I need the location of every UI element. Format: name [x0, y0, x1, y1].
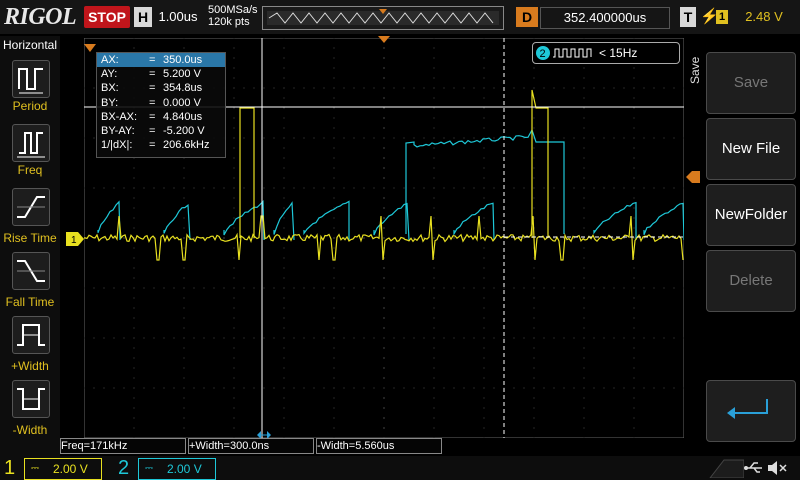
positive-width-label: +Width — [11, 359, 49, 373]
cursor-row-dy: BY-AY: = -5.200 V — [97, 124, 225, 138]
cursor-row-ax[interactable]: AX: = 350.0us — [97, 53, 225, 68]
dc-coupling-icon: ⎓ — [145, 463, 153, 474]
fall-time-icon — [17, 260, 45, 282]
ch2-scale-value: 2.00 V — [167, 462, 202, 476]
cursor-row-freq: 1/|dX|: = 206.6kHz — [97, 138, 225, 152]
trigger-level-marker[interactable] — [686, 171, 700, 183]
cursor-eq: = — [149, 54, 156, 66]
cursor-value: 350.0us — [163, 54, 203, 66]
acquisition-info: 500MSa/s 120k pts — [208, 4, 258, 28]
cursor-value: 354.8us — [163, 82, 203, 95]
trigger-position-marker — [84, 44, 96, 52]
cursor-row-bx[interactable]: BX: = 354.8us — [97, 81, 225, 95]
memory-overview-strip[interactable] — [262, 6, 504, 30]
cursor-row-ay[interactable]: AY: = 5.200 V — [97, 67, 225, 81]
trigger-info-box[interactable]: 2 < 15Hz — [532, 42, 680, 64]
rise-time-icon — [17, 196, 45, 218]
sidebar-title: Horizontal — [2, 38, 58, 52]
ch1-number[interactable]: 1 — [4, 456, 15, 480]
trigger-source-badge: 1 — [716, 10, 728, 24]
delay-label: D — [516, 7, 538, 27]
cursor-eq: = — [149, 110, 156, 123]
measurement-positive-width[interactable]: +Width=300.0ns — [188, 438, 314, 454]
new-file-button[interactable]: New File — [706, 118, 796, 180]
cursor-eq: = — [149, 68, 156, 81]
cursor-value: 5.200 V — [163, 68, 201, 81]
cursor-name: BX: — [101, 82, 119, 95]
sample-rate: 500MSa/s — [208, 4, 258, 16]
menu-tab-save[interactable]: Save — [688, 40, 704, 100]
freq-button[interactable] — [12, 124, 50, 162]
fall-time-button[interactable] — [12, 252, 50, 290]
cursor-row-by[interactable]: BY: = 0.000 V — [97, 96, 225, 110]
status-corner-graphic — [709, 459, 744, 478]
delete-button[interactable]: Delete — [706, 250, 796, 312]
ch1-scale-box[interactable]: ⎓ 2.00 V — [24, 458, 102, 480]
delay-value[interactable]: 352.400000us — [540, 7, 670, 29]
rise-time-button[interactable] — [12, 188, 50, 226]
cursor-eq: = — [149, 96, 156, 109]
negative-width-icon — [17, 388, 45, 410]
cursor-name: BY: — [101, 96, 119, 109]
measurement-freq[interactable]: Freq=171kHz — [60, 438, 186, 454]
trigger-condition: < 15Hz — [599, 46, 638, 60]
cursor-eq: = — [149, 139, 156, 152]
period-button[interactable] — [12, 60, 50, 98]
run-stop-indicator[interactable]: STOP — [84, 6, 130, 28]
speaker-muted-icon[interactable] — [766, 458, 788, 478]
usb-icon — [744, 462, 762, 473]
period-icon — [18, 68, 43, 94]
brand-logo: RIGOL — [4, 4, 77, 30]
freq-label: Freq — [17, 163, 43, 177]
cursor-name: BY-AY: — [101, 124, 135, 137]
cursor-name: AY: — [101, 68, 118, 81]
cursor-eq: = — [149, 82, 156, 95]
back-button[interactable] — [706, 380, 796, 442]
trigger-label: T — [680, 7, 696, 27]
cursor-value: 4.840us — [163, 110, 203, 123]
negative-width-button[interactable] — [12, 380, 50, 418]
cursor-row-dx: BX-AX: = 4.840us — [97, 110, 225, 124]
positive-width-button[interactable] — [12, 316, 50, 354]
return-arrow-icon — [727, 399, 768, 419]
ch2-number[interactable]: 2 — [118, 456, 129, 480]
cursor-value: 206.6kHz — [163, 139, 210, 152]
cursor-eq: = — [149, 124, 156, 137]
cursor-name: BX-AX: — [101, 110, 138, 123]
negative-width-label: -Width — [12, 423, 48, 437]
cursor-name: AX: — [101, 54, 119, 66]
measurement-negative-width[interactable]: -Width=5.560us — [316, 438, 442, 454]
timebase-value[interactable]: 1.00us — [154, 7, 202, 27]
trigger-level-value[interactable]: 2.48 V — [734, 7, 794, 27]
ch1-offset-marker[interactable]: 1 — [66, 232, 84, 246]
new-folder-button[interactable]: NewFolder — [706, 184, 796, 246]
memory-waveform-icon — [267, 9, 499, 25]
rise-time-label: Rise Time — [3, 231, 57, 245]
freq-icon — [17, 132, 45, 158]
cursor-name: 1/|dX|: — [101, 139, 133, 152]
ch2-scale-box[interactable]: ⎓ 2.00 V — [138, 458, 216, 480]
ch1-offset-label: 1 — [71, 235, 77, 246]
period-label: Period — [12, 99, 48, 113]
fall-time-label: Fall Time — [5, 295, 55, 309]
ch1-scale-value: 2.00 V — [53, 462, 88, 476]
save-button[interactable]: Save — [706, 52, 796, 114]
horizontal-label: H — [134, 7, 152, 27]
trigger-source-number: 2 — [540, 48, 546, 60]
memory-depth: 120k pts — [208, 16, 250, 28]
cursor-readout-panel: AX: = 350.0us AY: = 5.200 V BX: = 354.8us BY: =… — [96, 52, 226, 158]
cursor-value: -5.200 V — [163, 124, 205, 137]
dc-coupling-icon: ⎓ — [31, 463, 39, 474]
trigger-delay-marker — [378, 36, 390, 43]
cursor-value: 0.000 V — [163, 96, 201, 109]
positive-width-icon — [17, 324, 45, 346]
